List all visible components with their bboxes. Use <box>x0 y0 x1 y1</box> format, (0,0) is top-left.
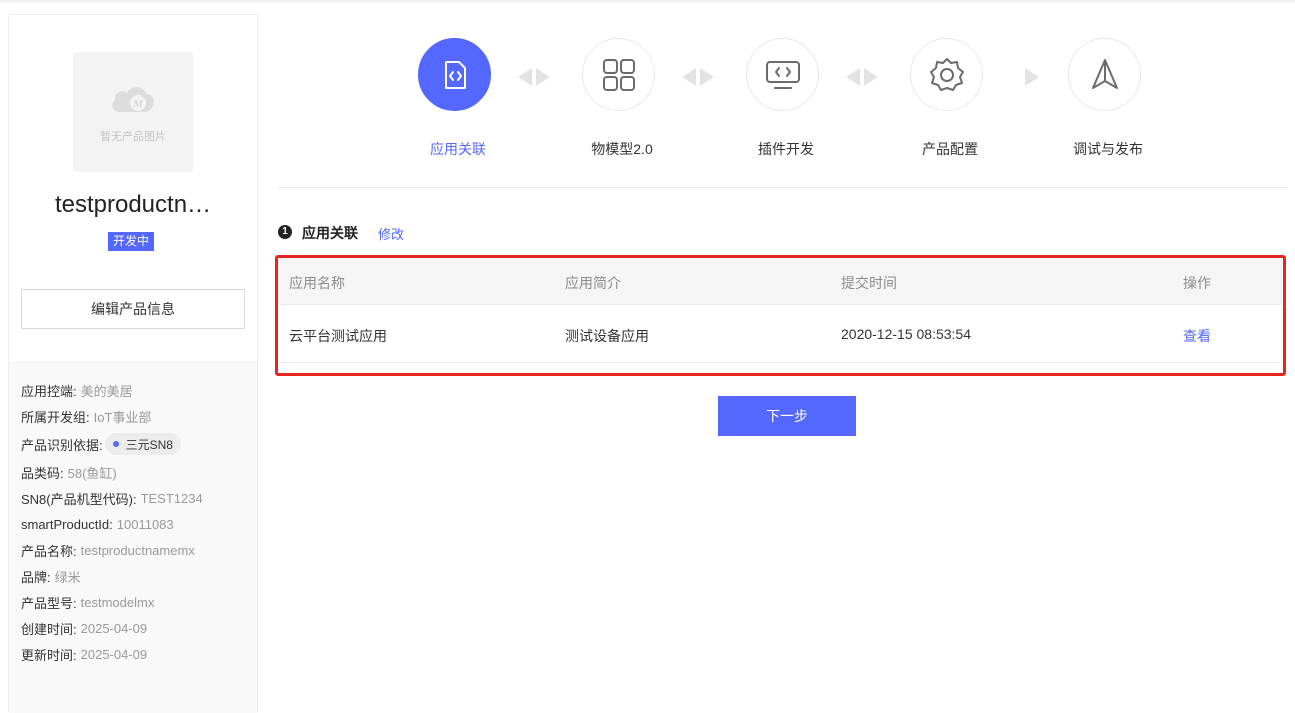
step-circle <box>910 38 983 111</box>
info-key: 产品识别依据: <box>21 437 103 453</box>
grid-icon <box>602 58 635 91</box>
step-connector <box>518 68 550 88</box>
info-key: 品类码: <box>21 465 64 481</box>
code-file-icon <box>444 60 466 89</box>
cloud-logo-icon: M <box>112 87 154 112</box>
identification-tag-label: 三元SN8 <box>125 437 173 452</box>
info-value: TEST1234 <box>140 490 203 506</box>
step-circle <box>418 38 491 111</box>
info-row-created: 创建时间: 2025-04-09 <box>21 615 257 641</box>
info-key: 产品名称: <box>21 543 77 559</box>
step-connector <box>846 68 878 88</box>
product-name: testproductn… <box>54 191 212 218</box>
step-label: 调试与发布 <box>1073 141 1143 157</box>
gear-icon <box>929 57 964 91</box>
info-row-identification: 产品识别依据: 三元SN8 <box>21 429 257 459</box>
step-connector <box>682 68 714 88</box>
info-value: 绿米 <box>54 569 81 585</box>
product-sidebar: M 暂无产品图片 testproductn… 开发中 编辑产品信息 应用控端: … <box>8 14 258 713</box>
info-key: 更新时间: <box>21 647 77 663</box>
step-label: 产品配置 <box>922 141 978 157</box>
info-key: 品牌: <box>21 569 51 585</box>
info-row-dev-group: 所属开发组: IoT事业部 <box>21 403 257 429</box>
modify-link[interactable]: 修改 <box>378 224 404 243</box>
info-value: testproductnamemx <box>80 542 195 558</box>
step-connector <box>1025 68 1039 88</box>
info-key: smartProductId: <box>21 516 113 532</box>
info-value: 2025-04-09 <box>80 620 148 636</box>
info-key: 创建时间: <box>21 621 77 637</box>
info-row-brand: 品牌: 绿米 <box>21 563 257 589</box>
step-label: 插件开发 <box>758 141 814 157</box>
divider <box>278 187 1288 188</box>
info-row-model: 产品型号: testmodelmx <box>21 589 257 615</box>
info-row-category-code: 品类码: 58(鱼缸) <box>21 459 257 485</box>
product-info-list: 应用控端: 美的美居 所属开发组: IoT事业部 产品识别依据: 三元SN8 品… <box>9 361 257 713</box>
info-key: 应用控端: <box>21 383 77 399</box>
info-row-smart-product-id: smartProductId: 10011083 <box>21 511 257 537</box>
info-row-app-control: 应用控端: 美的美居 <box>21 377 257 403</box>
monitor-code-icon <box>765 60 800 89</box>
top-shadow <box>0 0 1295 4</box>
product-image-placeholder: M 暂无产品图片 <box>73 52 193 172</box>
step-label: 应用关联 <box>430 141 486 157</box>
step-circle <box>582 38 655 111</box>
info-value: 10011083 <box>116 516 174 532</box>
info-value: testmodelmx <box>80 594 155 610</box>
section-title: 应用关联 <box>302 225 358 241</box>
no-image-text: 暂无产品图片 <box>100 131 166 143</box>
identification-tag: 三元SN8 <box>104 433 181 455</box>
info-key: 产品型号: <box>21 595 77 611</box>
info-value: 美的美居 <box>80 383 133 399</box>
step-label: 物模型2.0 <box>591 141 653 157</box>
highlight-frame <box>275 255 1286 376</box>
dot-icon <box>112 441 119 447</box>
info-value: IoT事业部 <box>93 409 152 425</box>
info-value: 58(鱼缸) <box>67 465 117 481</box>
info-key: SN8(产品机型代码): <box>21 491 137 507</box>
section-number-badge: 1 <box>278 225 292 239</box>
step-circle <box>746 38 819 111</box>
info-value: 2025-04-09 <box>80 646 148 662</box>
svg-text:M: M <box>132 98 143 110</box>
info-row-updated: 更新时间: 2025-04-09 <box>21 641 257 667</box>
info-row-sn8: SN8(产品机型代码): TEST1234 <box>21 485 257 511</box>
info-key: 所属开发组: <box>21 409 90 425</box>
next-step-button[interactable]: 下一步 <box>718 396 856 436</box>
info-row-product-name: 产品名称: testproductnamemx <box>21 537 257 563</box>
edit-product-button[interactable]: 编辑产品信息 <box>21 289 245 329</box>
step-circle <box>1068 38 1141 111</box>
paper-plane-icon <box>1091 58 1118 89</box>
status-badge: 开发中 <box>108 232 155 251</box>
